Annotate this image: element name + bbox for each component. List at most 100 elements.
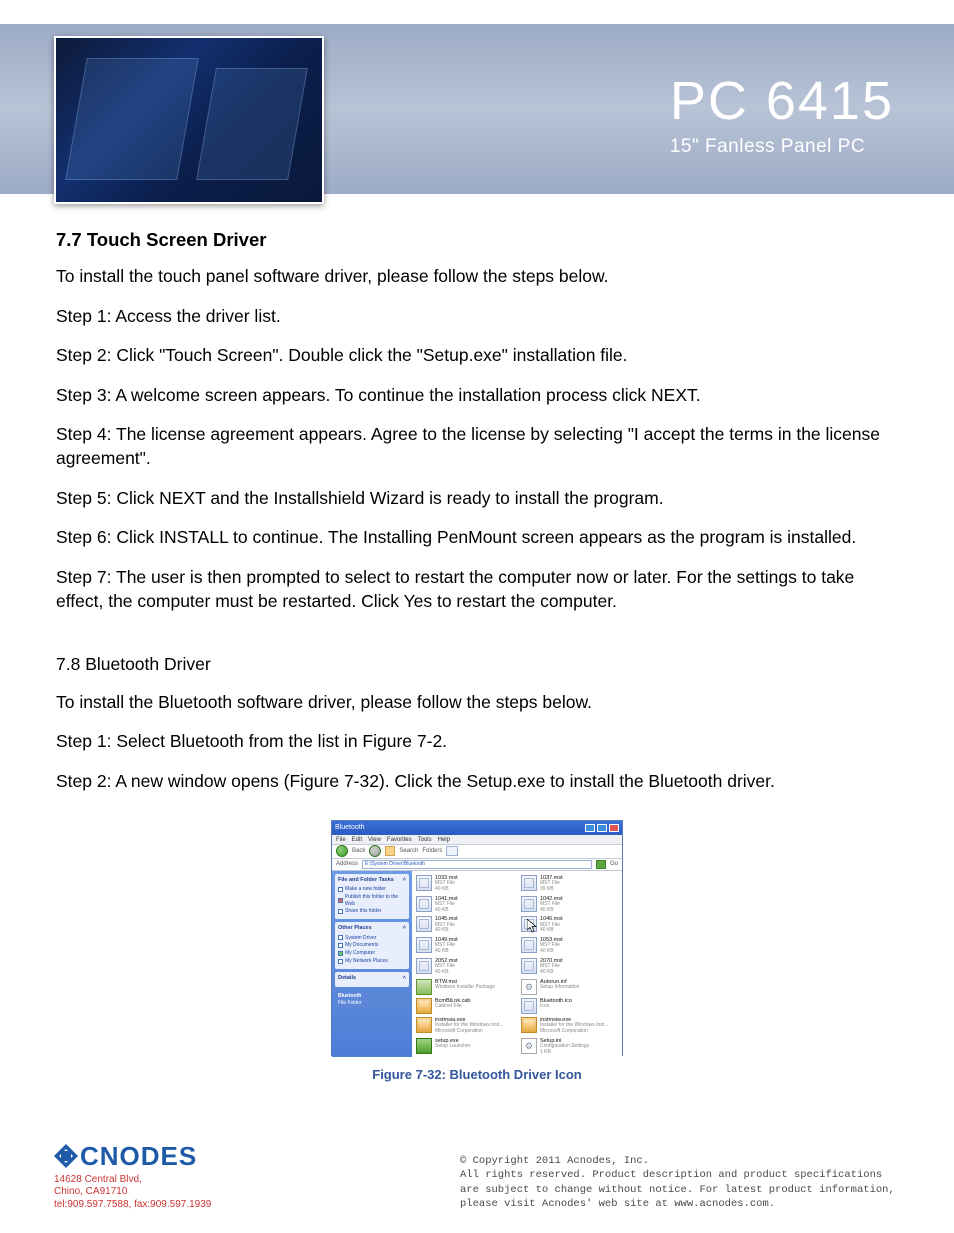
place-item[interactable]: System Driver bbox=[345, 935, 376, 942]
go-label[interactable]: Go bbox=[610, 860, 618, 868]
file-icon bbox=[521, 875, 537, 891]
file-label: 2052.mstMST File40 KB bbox=[435, 958, 458, 976]
step-7-8-2: Step 2: A new window opens (Figure 7-32)… bbox=[56, 770, 898, 794]
docs-icon bbox=[338, 943, 343, 948]
menu-favorites[interactable]: Favorites bbox=[387, 836, 412, 843]
file-icon bbox=[416, 979, 432, 995]
back-label[interactable]: Back bbox=[352, 847, 365, 855]
tasks-title: File and Folder Tasks bbox=[338, 877, 394, 884]
company-logo: CNODES bbox=[54, 1141, 211, 1172]
file-icon bbox=[416, 1038, 432, 1054]
task-item[interactable]: Make a new folder bbox=[345, 886, 386, 893]
file-item[interactable]: 1037.mstMST File39 KB bbox=[521, 875, 618, 893]
file-item[interactable]: Bluetooth.icoIcon bbox=[521, 998, 618, 1014]
menu-file[interactable]: File bbox=[336, 836, 346, 843]
folder-icon bbox=[338, 935, 343, 940]
window-title: Bluetooth bbox=[335, 823, 365, 832]
step-7-7-3: Step 3: A welcome screen appears. To con… bbox=[56, 384, 898, 408]
explorer-window: Bluetooth File Edit View Favorites Tools… bbox=[331, 820, 623, 1056]
file-label: Bluetooth.icoIcon bbox=[540, 998, 572, 1010]
folder-icon bbox=[338, 887, 343, 892]
views-icon[interactable] bbox=[446, 846, 458, 856]
collapse-icon[interactable]: ˄ bbox=[403, 925, 406, 932]
file-item[interactable]: 1053.mstMST File40 KB bbox=[521, 937, 618, 955]
back-button-icon[interactable] bbox=[336, 845, 348, 857]
place-item[interactable]: My Documents bbox=[345, 942, 378, 949]
file-icon bbox=[521, 937, 537, 953]
explorer-file-pane: 1033.mstMST File40 KB 1037.mstMST File39 … bbox=[412, 871, 622, 1057]
file-item[interactable]: 1041.mstMST File40 KB bbox=[416, 896, 513, 914]
file-icon bbox=[416, 896, 432, 912]
file-item[interactable]: BTW.msiWindows Installer Package bbox=[416, 979, 513, 995]
collapse-icon[interactable]: ˄ bbox=[403, 877, 406, 884]
collapse-icon[interactable]: ˄ bbox=[403, 975, 406, 982]
menu-tools[interactable]: Tools bbox=[418, 836, 432, 843]
tasks-panel: File and Folder Tasks ˄ Make a new folder… bbox=[335, 874, 409, 919]
menu-edit[interactable]: Edit bbox=[352, 836, 362, 843]
page-header: PC 6415 15" Fanless Panel PC bbox=[0, 0, 954, 210]
maximize-icon[interactable] bbox=[597, 824, 607, 832]
section-7-8-intro: To install the Bluetooth software driver… bbox=[56, 691, 898, 715]
file-icon bbox=[416, 998, 432, 1014]
copyright-text: © Copyright 2011 Acnodes, Inc. All right… bbox=[460, 1154, 900, 1211]
address-input[interactable]: E:\System Driver\Bluetooth bbox=[362, 860, 592, 869]
task-item[interactable]: Publish this folder to the Web bbox=[345, 894, 406, 908]
place-item[interactable]: My Computer bbox=[345, 950, 375, 957]
file-label: setup.exeSetup Launcher bbox=[435, 1038, 470, 1050]
network-icon bbox=[338, 959, 343, 964]
file-item[interactable]: 1042.mstMST File40 KB bbox=[521, 896, 618, 914]
file-item[interactable]: Autorun.infSetup Information bbox=[521, 979, 618, 995]
task-item[interactable]: Share this folder bbox=[345, 908, 381, 915]
search-label[interactable]: Search bbox=[399, 847, 418, 855]
folders-label[interactable]: Folders bbox=[422, 847, 442, 855]
close-icon[interactable] bbox=[609, 824, 619, 832]
file-item[interactable]: instmsiw.exeInstaller for the Windows In… bbox=[521, 1017, 618, 1035]
file-icon bbox=[416, 916, 432, 932]
file-item[interactable]: 2052.mstMST File40 KB bbox=[416, 958, 513, 976]
file-label: instmsia.exeInstaller for the Windows In… bbox=[435, 1017, 503, 1035]
menu-bar: File Edit View Favorites Tools Help bbox=[332, 835, 622, 845]
file-item[interactable]: 2070.mstMST File40 KB bbox=[521, 958, 618, 976]
document-body: 7.7 Touch Screen Driver To install the t… bbox=[0, 210, 954, 1083]
details-name: Bluetooth bbox=[338, 993, 406, 1000]
file-icon bbox=[416, 958, 432, 974]
address-line-3: tel:909.597.7588, fax:909.597.1939 bbox=[54, 1199, 211, 1212]
step-7-8-1: Step 1: Select Bluetooth from the list i… bbox=[56, 730, 898, 754]
mouse-cursor-icon bbox=[527, 919, 537, 933]
menu-view[interactable]: View bbox=[368, 836, 381, 843]
address-label: Address bbox=[336, 860, 358, 868]
window-control-buttons bbox=[585, 824, 619, 832]
place-item[interactable]: My Network Places bbox=[345, 958, 388, 965]
places-panel: Other Places˄ System Driver My Documents… bbox=[335, 922, 409, 968]
file-item[interactable]: 1049.mstMST File40 KB bbox=[416, 937, 513, 955]
file-item[interactable]: 1045.mstMST File40 KB bbox=[416, 916, 513, 934]
logo-mark-icon bbox=[54, 1144, 78, 1168]
figure-caption: Figure 7-32: Bluetooth Driver Icon bbox=[56, 1066, 898, 1084]
file-item[interactable]: setup.exeSetup Launcher bbox=[416, 1038, 513, 1056]
file-item[interactable]: instmsia.exeInstaller for the Windows In… bbox=[416, 1017, 513, 1035]
file-icon bbox=[521, 958, 537, 974]
go-button-icon[interactable] bbox=[596, 860, 606, 869]
file-item[interactable]: 1033.mstMST File40 KB bbox=[416, 875, 513, 893]
step-7-7-4: Step 4: The license agreement appears. A… bbox=[56, 423, 898, 470]
section-7-7-heading: 7.7 Touch Screen Driver bbox=[56, 228, 898, 253]
figure-7-32: Bluetooth File Edit View Favorites Tools… bbox=[56, 820, 898, 1084]
up-folder-icon[interactable] bbox=[385, 846, 395, 856]
file-item[interactable]: Setup.iniConfiguration Settings1 KB bbox=[521, 1038, 618, 1056]
file-item[interactable]: BcmBtLnk.cabCabinet File bbox=[416, 998, 513, 1014]
file-icon bbox=[521, 979, 537, 995]
file-label: 1037.mstMST File39 KB bbox=[540, 875, 563, 893]
details-panel: Bluetooth File Folder bbox=[335, 990, 409, 1010]
section-7-7-intro: To install the touch panel software driv… bbox=[56, 265, 898, 289]
file-label: 1042.mstMST File40 KB bbox=[540, 896, 563, 914]
file-icon bbox=[416, 937, 432, 953]
page-footer: CNODES 14628 Central Blvd, Chino, CA9171… bbox=[54, 1141, 900, 1212]
minimize-icon[interactable] bbox=[585, 824, 595, 832]
file-label: instmsiw.exeInstaller for the Windows In… bbox=[540, 1017, 608, 1035]
file-label: 2070.mstMST File40 KB bbox=[540, 958, 563, 976]
address-bar: Address E:\System Driver\Bluetooth Go bbox=[332, 859, 622, 871]
menu-help[interactable]: Help bbox=[438, 836, 450, 843]
step-7-7-6: Step 6: Click INSTALL to continue. The I… bbox=[56, 526, 898, 550]
forward-button-icon[interactable] bbox=[369, 845, 381, 857]
section-7-8-heading: 7.8 Bluetooth Driver bbox=[56, 653, 898, 677]
